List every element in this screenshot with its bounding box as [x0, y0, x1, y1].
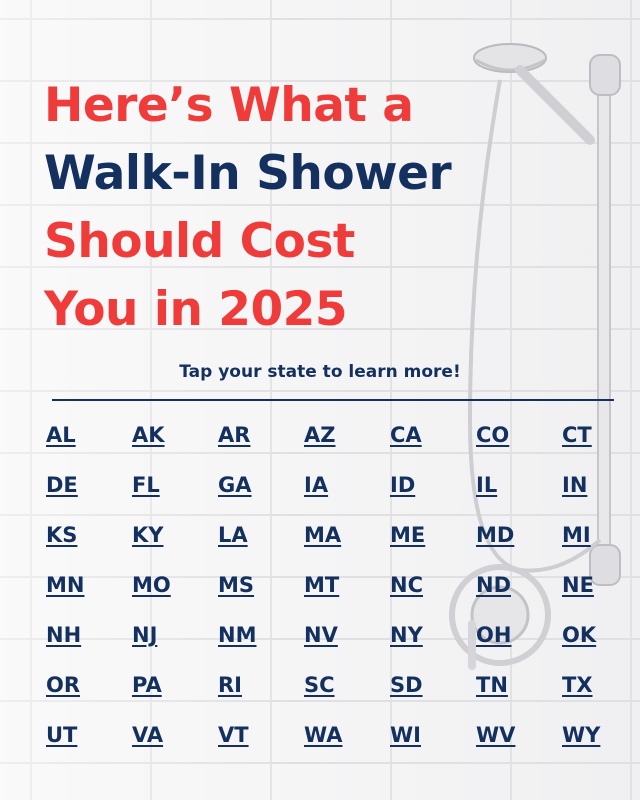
- state-link[interactable]: ME: [386, 518, 472, 568]
- state-link[interactable]: NV: [300, 618, 386, 668]
- state-link[interactable]: NH: [42, 618, 128, 668]
- state-link[interactable]: WA: [300, 718, 386, 768]
- state-link[interactable]: MO: [128, 568, 214, 618]
- state-link[interactable]: TN: [472, 668, 558, 718]
- state-link[interactable]: WV: [472, 718, 558, 768]
- state-link[interactable]: VA: [128, 718, 214, 768]
- state-link[interactable]: OR: [42, 668, 128, 718]
- state-link[interactable]: SC: [300, 668, 386, 718]
- state-link[interactable]: AZ: [300, 418, 386, 468]
- state-link[interactable]: PA: [128, 668, 214, 718]
- state-link[interactable]: LA: [214, 518, 300, 568]
- state-link[interactable]: NY: [386, 618, 472, 668]
- state-link[interactable]: KY: [128, 518, 214, 568]
- state-link[interactable]: SD: [386, 668, 472, 718]
- headline: Here’s What a Walk-In Shower Should Cost…: [44, 72, 452, 344]
- state-link[interactable]: MT: [300, 568, 386, 618]
- state-link[interactable]: NJ: [128, 618, 214, 668]
- state-link[interactable]: WI: [386, 718, 472, 768]
- state-link[interactable]: IL: [472, 468, 558, 518]
- state-link[interactable]: VT: [214, 718, 300, 768]
- state-link[interactable]: WY: [558, 718, 640, 768]
- state-link[interactable]: CA: [386, 418, 472, 468]
- divider: [52, 399, 614, 401]
- state-link[interactable]: NE: [558, 568, 640, 618]
- state-link[interactable]: KS: [42, 518, 128, 568]
- headline-line-4: You in 2025: [44, 282, 348, 337]
- state-link[interactable]: MN: [42, 568, 128, 618]
- state-link[interactable]: MD: [472, 518, 558, 568]
- state-link[interactable]: AL: [42, 418, 128, 468]
- tagline: Tap your state to learn more!: [179, 362, 461, 382]
- state-link[interactable]: TX: [558, 668, 640, 718]
- ad-card: Here’s What a Walk-In Shower Should Cost…: [0, 0, 640, 800]
- state-link[interactable]: RI: [214, 668, 300, 718]
- state-link[interactable]: NM: [214, 618, 300, 668]
- state-link[interactable]: IN: [558, 468, 640, 518]
- state-link[interactable]: FL: [128, 468, 214, 518]
- state-link[interactable]: OK: [558, 618, 640, 668]
- state-link[interactable]: NC: [386, 568, 472, 618]
- state-link[interactable]: MA: [300, 518, 386, 568]
- state-link[interactable]: ID: [386, 468, 472, 518]
- state-link[interactable]: ND: [472, 568, 558, 618]
- state-link[interactable]: MI: [558, 518, 640, 568]
- state-link[interactable]: IA: [300, 468, 386, 518]
- state-link[interactable]: UT: [42, 718, 128, 768]
- state-link[interactable]: MS: [214, 568, 300, 618]
- state-link[interactable]: OH: [472, 618, 558, 668]
- state-link[interactable]: CT: [558, 418, 640, 468]
- headline-line-3: Should Cost: [44, 214, 355, 269]
- headline-line-2: Walk-In Shower: [44, 146, 452, 201]
- state-link[interactable]: AK: [128, 418, 214, 468]
- state-link[interactable]: AR: [214, 418, 300, 468]
- state-link[interactable]: DE: [42, 468, 128, 518]
- state-link-grid: AL AK AR AZ CA CO CT DE FL GA IA ID IL I…: [42, 418, 620, 768]
- headline-line-1: Here’s What a: [44, 78, 414, 133]
- state-link[interactable]: CO: [472, 418, 558, 468]
- state-link[interactable]: GA: [214, 468, 300, 518]
